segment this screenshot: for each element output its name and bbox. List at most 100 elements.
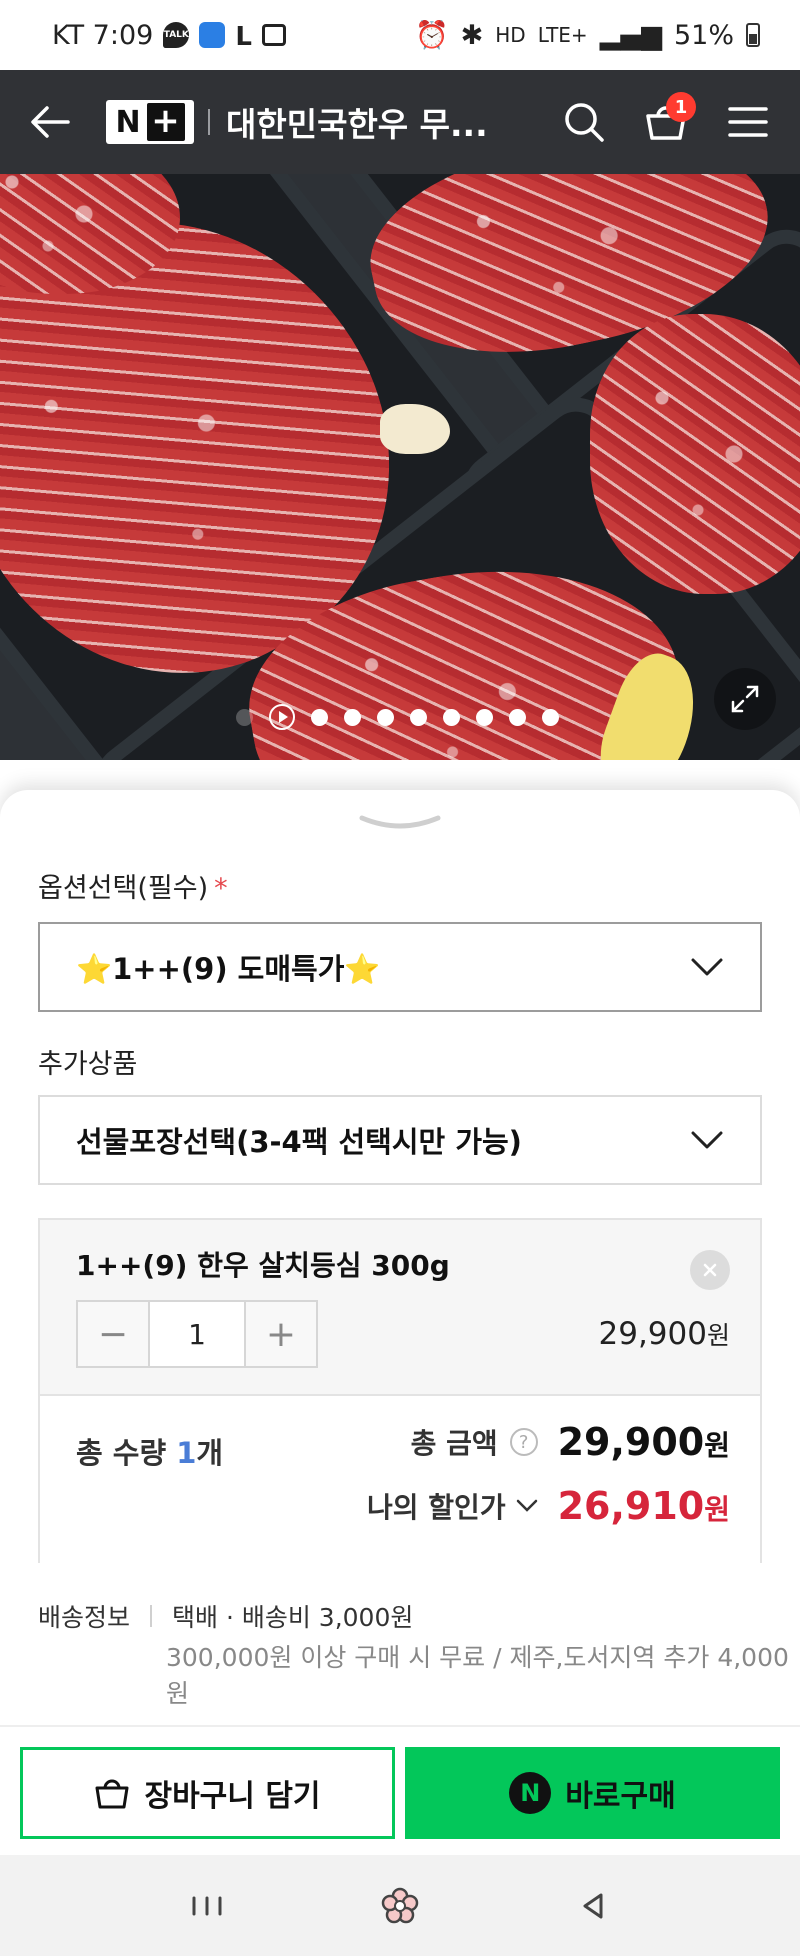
recent-apps-icon [192, 1896, 222, 1915]
addon-selected-value: 선물포장선택(3-4팩 선택시만 가능) [76, 1125, 522, 1159]
store-title[interactable]: 대한민국한우 무... [226, 98, 488, 146]
carousel-indicator [236, 704, 559, 730]
discount-amount-value: 26,910 [557, 1484, 705, 1528]
triangle-back-icon [583, 1893, 603, 1918]
quantity-decrease-button[interactable]: − [78, 1302, 148, 1366]
total-amount-value: 29,900 [557, 1420, 705, 1464]
total-amount-label: 총 금액 [410, 1427, 498, 1460]
menu-button[interactable] [718, 92, 778, 152]
recent-apps-button[interactable] [177, 1876, 237, 1936]
shipping-fee: 택배 · 배송비 3,000원 [172, 1603, 414, 1632]
carrier-time: KT 7:09 [52, 19, 154, 51]
battery-icon [746, 23, 760, 47]
help-icon[interactable]: ? [509, 1428, 538, 1456]
battery-percent: 51% [673, 19, 734, 51]
carousel-dot[interactable] [542, 708, 559, 726]
quantity-stepper: − 1 + [76, 1300, 318, 1368]
option-bottom-sheet: 옵션선택(필수) * ⭐1++(9) 도매특가⭐ 추가상품 선물포장선택(3-4팩… [0, 790, 800, 1725]
product-image-carousel[interactable] [0, 174, 800, 760]
total-quantity: 총 수량 1개 [76, 1430, 223, 1472]
chevron-down-icon [691, 958, 723, 976]
arrow-left-icon [31, 106, 70, 138]
shipping-divider [150, 1605, 153, 1627]
purchase-action-bar: 장바구니 담기 N 바로구매 [0, 1725, 800, 1855]
fat-piece [380, 404, 450, 454]
discount-row[interactable]: 나의 할인가 26,910원 [367, 1484, 730, 1528]
quantity-increase-button[interactable]: + [246, 1302, 316, 1366]
beef-slice [590, 314, 800, 594]
lte-indicator: LTE+ [537, 23, 588, 47]
buy-now-button[interactable]: N 바로구매 [405, 1747, 780, 1839]
add-to-cart-label: 장바구니 담기 [144, 1779, 321, 1814]
video-play-icon[interactable] [269, 704, 295, 730]
total-amount-row: 총 금액 ? 29,900원 [411, 1420, 730, 1464]
buy-now-label: 바로구매 [565, 1779, 676, 1814]
add-to-cart-button[interactable]: 장바구니 담기 [20, 1747, 395, 1839]
fullscreen-button[interactable] [714, 668, 776, 730]
carousel-dot[interactable] [476, 708, 493, 726]
close-icon [703, 1263, 717, 1277]
system-navigation-bar [0, 1855, 800, 1956]
shipping-condition: 300,000원 이상 구매 시 무료 / 제주,도서지역 추가 4,000원 [166, 1643, 789, 1708]
carousel-dot[interactable] [377, 708, 394, 726]
logo-plus: + [146, 103, 185, 141]
discount-label: 나의 할인가 [367, 1491, 506, 1524]
home-button[interactable] [370, 1876, 430, 1936]
total-amount-currency: 원 [704, 1429, 730, 1462]
option-select[interactable]: ⭐1++(9) 도매특가⭐ [38, 922, 762, 1012]
total-amount: 29,900원 [558, 1420, 730, 1464]
item-price: 29,900원 [599, 1316, 731, 1352]
total-qty-value: 1 [176, 1436, 197, 1470]
carousel-dot[interactable] [311, 708, 328, 726]
quantity-value[interactable]: 1 [148, 1302, 246, 1366]
chevron-down-icon [516, 1499, 537, 1512]
option-selected-value: ⭐1++(9) 도매특가⭐ [76, 952, 381, 986]
header-divider [208, 109, 210, 135]
hamburger-menu-icon [728, 107, 768, 137]
sheet-collapse-handle[interactable] [358, 812, 442, 836]
kakaotalk-icon: TALK [163, 22, 190, 48]
item-price-value: 29,900 [598, 1316, 707, 1352]
app-header: N + 대한민국한우 무... 1 [0, 70, 800, 174]
status-bar: KT 7:09 TALK L ⏰ ✱ HD LTE+ ▂▄▆ 51% [0, 0, 800, 70]
carousel-dot[interactable] [344, 708, 361, 726]
hd-icon: HD [495, 23, 526, 47]
naver-pay-icon: N [509, 1772, 552, 1814]
option-section-label: 옵션선택(필수) * [38, 866, 228, 905]
search-button[interactable] [554, 92, 614, 152]
carousel-dot[interactable] [236, 708, 253, 726]
expand-icon [731, 685, 759, 713]
addon-select[interactable]: 선물포장선택(3-4팩 선택시만 가능) [38, 1095, 762, 1185]
flower-home-icon [381, 1887, 419, 1923]
app-notification-icon [199, 22, 226, 48]
alarm-icon: ⏰ [414, 20, 449, 51]
carousel-dot[interactable] [443, 708, 460, 726]
total-qty-prefix: 총 수량 [76, 1436, 177, 1470]
logo-letter: N [115, 104, 141, 140]
cart-button[interactable]: 1 [636, 92, 696, 152]
l-app-icon: L [235, 22, 252, 52]
total-qty-suffix: 개 [196, 1436, 224, 1470]
item-price-currency: 원 [706, 1321, 730, 1350]
gallery-icon [261, 24, 286, 46]
discount-amount: 26,910원 [558, 1484, 730, 1528]
shopping-bag-icon [95, 1779, 129, 1809]
chevron-down-icon [691, 1131, 723, 1149]
required-mark: * [214, 873, 228, 904]
shipping-info: 배송정보 택배 · 배송비 3,000원 [38, 1598, 413, 1634]
shipping-label: 배송정보 [38, 1603, 131, 1632]
naver-plus-logo[interactable]: N + [106, 100, 194, 144]
back-nav-button[interactable] [563, 1876, 623, 1936]
search-icon [565, 103, 604, 142]
back-button[interactable] [22, 94, 78, 150]
carousel-dot[interactable] [410, 708, 427, 726]
bluetooth-icon: ✱ [460, 19, 484, 51]
cart-count-badge: 1 [666, 92, 696, 122]
selected-item-name: 1++(9) 한우 살치등심 300g [76, 1249, 450, 1282]
signal-icon: ▂▄▆ [599, 19, 662, 51]
option-label-text: 옵션선택(필수) [38, 873, 209, 904]
addon-section-label: 추가상품 [38, 1049, 138, 1080]
remove-item-button[interactable] [690, 1250, 730, 1290]
carousel-dot[interactable] [509, 708, 526, 726]
discount-amount-currency: 원 [704, 1493, 730, 1526]
